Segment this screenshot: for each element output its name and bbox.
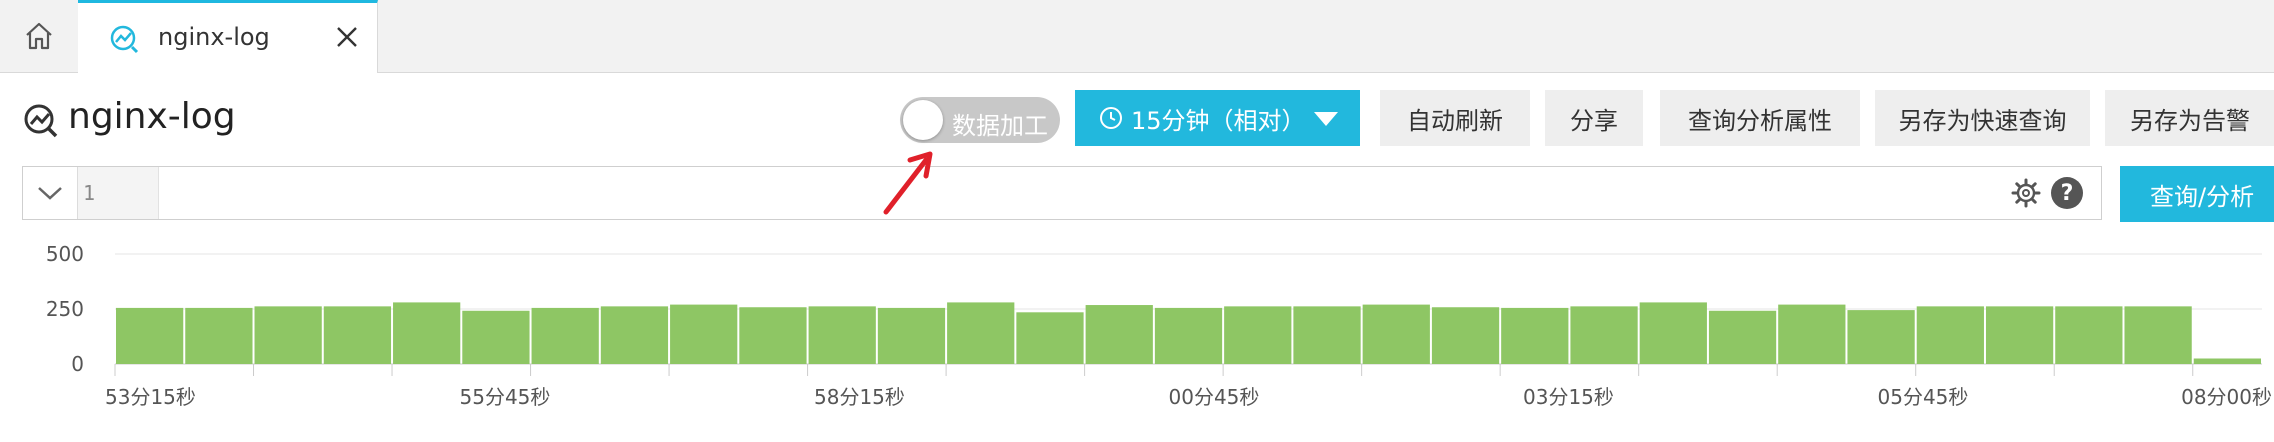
- save-quick-query-button[interactable]: 另存为快速查询: [1875, 90, 2090, 146]
- chevron-down-icon: [38, 187, 62, 200]
- line-number: 1: [83, 181, 96, 205]
- page-title: nginx-log: [68, 96, 236, 137]
- expand-button[interactable]: [23, 167, 78, 219]
- x-tick-label: 58分15秒: [814, 385, 905, 409]
- home-tab[interactable]: [0, 0, 79, 72]
- auto-refresh-button[interactable]: 自动刷新: [1380, 90, 1530, 146]
- tab-bar: nginx-log: [0, 0, 2274, 73]
- x-tick-label: 03分15秒: [1523, 385, 1614, 409]
- red-arrow-annotation: [883, 151, 933, 215]
- histogram-bar[interactable]: [1016, 312, 1084, 364]
- histogram-bar[interactable]: [1639, 302, 1707, 364]
- time-range-button[interactable]: 15分钟（相对）: [1075, 90, 1360, 146]
- query-editor[interactable]: 1 ?: [22, 166, 2102, 220]
- histogram-bar[interactable]: [531, 307, 599, 364]
- histogram-bar[interactable]: [1154, 307, 1223, 364]
- histogram-bar[interactable]: [947, 302, 1015, 364]
- query-properties-button[interactable]: 查询分析属性: [1660, 90, 1860, 146]
- help-icon[interactable]: ?: [2051, 177, 2083, 209]
- tab-label: nginx-log: [158, 23, 270, 51]
- time-range-label: 15分钟（相对）: [1131, 106, 1306, 135]
- histogram-bar[interactable]: [116, 307, 184, 364]
- histogram-bar[interactable]: [1708, 310, 1777, 364]
- histogram-bar[interactable]: [393, 302, 461, 364]
- histogram-bar[interactable]: [254, 306, 322, 364]
- histogram-bar[interactable]: [1570, 306, 1638, 364]
- histogram-bar[interactable]: [1916, 306, 1984, 364]
- y-tick-label: 0: [71, 352, 84, 376]
- data-processing-toggle[interactable]: 数据加工: [900, 97, 1060, 143]
- histogram-bar[interactable]: [808, 306, 876, 364]
- histogram-bar[interactable]: [739, 307, 807, 364]
- query-analyze-button[interactable]: 查询/分析: [2120, 166, 2274, 222]
- histogram-bar[interactable]: [1431, 307, 1500, 364]
- histogram-bar[interactable]: [2055, 306, 2123, 364]
- y-tick-label: 500: [46, 242, 84, 266]
- x-tick-label: 05分45秒: [1878, 385, 1969, 409]
- histogram-bar[interactable]: [462, 310, 530, 364]
- histogram-bar[interactable]: [2193, 358, 2261, 365]
- toggle-label: 数据加工: [952, 112, 1048, 140]
- save-alert-button[interactable]: 另存为告警: [2105, 90, 2274, 146]
- histogram-bar[interactable]: [1224, 306, 1292, 364]
- y-tick-label: 250: [46, 297, 84, 321]
- histogram-bar[interactable]: [323, 306, 392, 364]
- tab-nginx-log[interactable]: nginx-log: [78, 0, 378, 73]
- chevron-down-icon: [1314, 112, 1338, 126]
- clock-icon: [1100, 107, 1122, 129]
- histogram-bar[interactable]: [670, 304, 738, 364]
- gear-icon[interactable]: [2011, 178, 2041, 208]
- x-tick-label: 55分45秒: [460, 385, 551, 409]
- histogram-bar[interactable]: [1501, 307, 1569, 364]
- histogram-bar[interactable]: [1085, 305, 1153, 364]
- home-icon: [26, 22, 52, 50]
- x-tick-label: 00分45秒: [1169, 385, 1260, 409]
- chart-line-icon: [24, 104, 58, 138]
- histogram-bar[interactable]: [877, 307, 946, 364]
- histogram-bar[interactable]: [1293, 306, 1361, 364]
- histogram-bar[interactable]: [600, 306, 669, 364]
- histogram-bar[interactable]: [1985, 306, 2054, 364]
- histogram-bar[interactable]: [185, 307, 253, 364]
- histogram-bar[interactable]: [2124, 306, 2192, 364]
- close-icon[interactable]: [333, 23, 361, 51]
- chart-line-icon: [110, 25, 139, 54]
- toggle-knob: [903, 100, 943, 140]
- histogram-bar[interactable]: [1362, 304, 1430, 364]
- histogram-svg: 500 250 0 53分15秒 55分45秒 58分15秒 00分45秒 03分15秒 05分…: [46, 242, 2272, 409]
- x-tick-label: 53分15秒: [105, 385, 196, 409]
- histogram-bar[interactable]: [1847, 310, 1915, 364]
- histogram-bar[interactable]: [1778, 304, 1846, 364]
- share-button[interactable]: 分享: [1545, 90, 1643, 146]
- x-tick-label: 08分00秒: [2181, 385, 2272, 409]
- log-histogram: 500 250 0 53分15秒 55分45秒 58分15秒 00分45秒 03分15秒 05分…: [0, 232, 2274, 438]
